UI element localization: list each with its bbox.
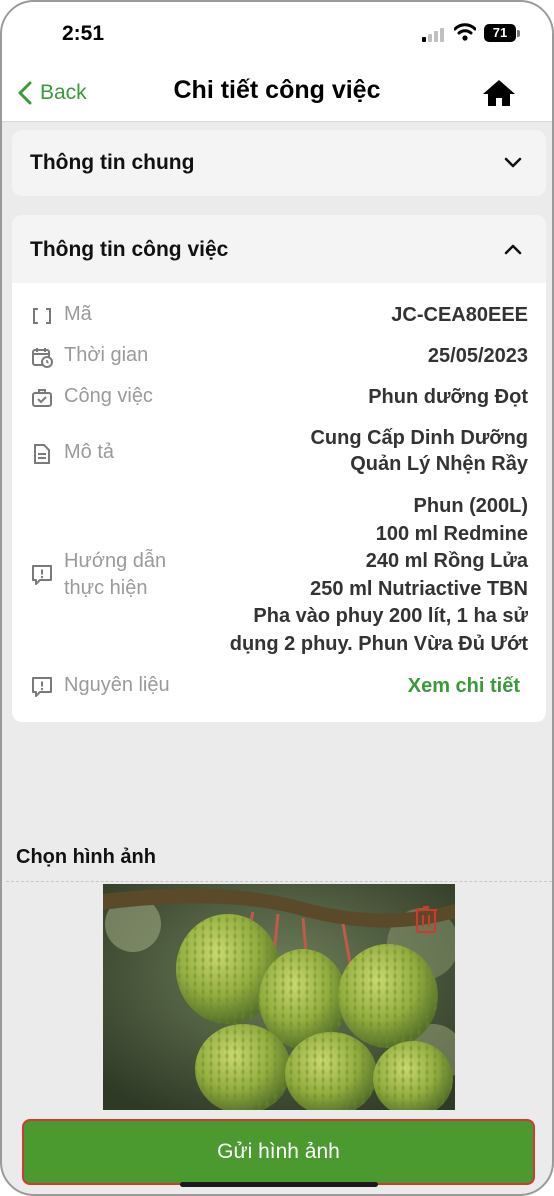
image-dropzone-border bbox=[6, 881, 552, 882]
phone-screen: 2:51 71 Back Chi tiết công việc Thông ti… bbox=[0, 0, 554, 1196]
info-row-time: Thời gian 25/05/2023 bbox=[12, 342, 546, 372]
choose-image-label: Chọn hình ảnh bbox=[16, 846, 156, 868]
view-details-link[interactable]: Xem chi tiết bbox=[408, 673, 520, 699]
brackets-icon bbox=[33, 308, 51, 324]
page-title: Chi tiết công việc bbox=[173, 76, 381, 104]
signal-icon bbox=[422, 26, 448, 42]
general-info-header[interactable]: Thông tin chung bbox=[12, 130, 546, 196]
home-indicator bbox=[180, 1182, 378, 1187]
info-value: Phun dưỡng Đọt bbox=[368, 386, 528, 408]
battery-tip bbox=[517, 30, 520, 37]
durian-photo[interactable] bbox=[103, 884, 455, 1110]
comment-alert-icon bbox=[32, 565, 52, 585]
info-value: JC-CEA80EEE bbox=[391, 304, 528, 326]
info-label: Hướng dẫn thực hiện bbox=[64, 550, 167, 599]
battery-icon: 71 bbox=[484, 24, 516, 42]
info-value: Phun (200L) 100 ml Redmine 240 ml Rồng L… bbox=[229, 495, 528, 655]
general-info-title: Thông tin chung bbox=[30, 151, 195, 174]
info-label: Mã bbox=[64, 303, 92, 325]
info-row-materials: Nguyên liệu Xem chi tiết bbox=[12, 672, 546, 702]
info-row-job: Công việc Phun dưỡng Đọt bbox=[12, 383, 546, 413]
status-bar: 2:51 71 bbox=[2, 2, 552, 66]
home-icon[interactable] bbox=[482, 78, 516, 108]
info-value: 25/05/2023 bbox=[427, 345, 528, 367]
calendar-clock-icon bbox=[32, 348, 53, 368]
job-info-title: Thông tin công việc bbox=[30, 238, 229, 261]
info-row-instructions: Hướng dẫn thực hiện Phun (200L) 100 ml R… bbox=[12, 493, 546, 657]
info-value: Cung Cấp Dinh Dưỡng Quản Lý Nhện Rầy bbox=[310, 427, 528, 475]
briefcase-check-icon bbox=[32, 389, 52, 407]
info-label: Công việc bbox=[64, 385, 153, 407]
comment-alert-icon bbox=[32, 677, 52, 697]
send-images-button[interactable]: Gửi hình ảnh bbox=[22, 1119, 535, 1185]
job-info-header[interactable]: Thông tin công việc bbox=[12, 215, 546, 283]
wifi-icon bbox=[454, 23, 476, 41]
info-row-code: Mã JC-CEA80EEE bbox=[12, 301, 546, 331]
chevron-up-icon bbox=[504, 244, 522, 255]
info-row-description: Mô tả Cung Cấp Dinh Dưỡng Quản Lý Nhện R… bbox=[12, 425, 546, 481]
document-icon bbox=[34, 444, 50, 464]
info-label: Nguyên liệu bbox=[64, 674, 170, 696]
job-info-card: Thông tin công việc Mã JC-CEA80EEE Thời … bbox=[12, 215, 546, 722]
info-label: Thời gian bbox=[64, 344, 149, 366]
nav-bar: Back Chi tiết công việc bbox=[2, 66, 552, 122]
chevron-down-icon bbox=[504, 157, 522, 168]
trash-icon[interactable] bbox=[414, 906, 438, 934]
info-label: Mô tả bbox=[64, 441, 115, 463]
status-time: 2:51 bbox=[62, 22, 105, 45]
